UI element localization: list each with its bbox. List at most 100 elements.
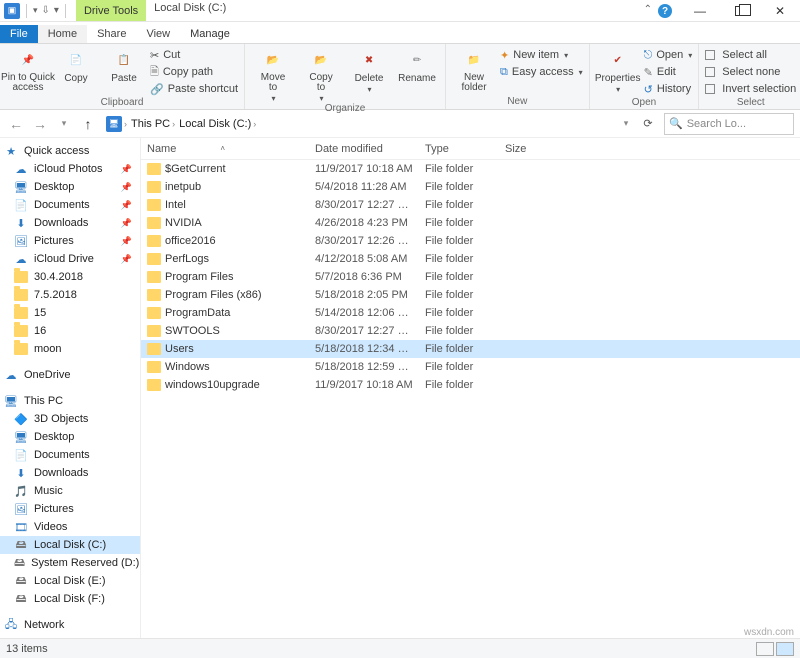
sidebar-item-local-disk-e-[interactable]: 🖴Local Disk (E:) <box>0 572 140 590</box>
file-row[interactable]: Program Files (x86)5/18/2018 2:05 PMFile… <box>141 286 800 304</box>
file-date: 11/9/2017 10:18 AM <box>309 379 419 391</box>
address-dropdown-icon[interactable]: ▾ <box>616 114 636 134</box>
copy-button[interactable]: 📄 Copy <box>54 46 98 84</box>
rename-button[interactable]: ✏Rename <box>395 46 439 84</box>
tab-file[interactable]: File <box>0 25 38 43</box>
sidebar-item-desktop[interactable]: 🖥Desktop <box>0 428 140 446</box>
file-row[interactable]: SWTOOLS8/30/2017 12:27 PMFile folder <box>141 322 800 340</box>
sidebar-item-downloads[interactable]: ⬇Downloads📌 <box>0 214 140 232</box>
easy-access-button[interactable]: ⧉Easy access▾ <box>500 64 583 80</box>
search-input[interactable]: 🔍 Search Lo... <box>664 113 794 135</box>
open-button[interactable]: ⎋Open▾ <box>644 47 693 63</box>
copy-to-button[interactable]: 📂Copy to▾ <box>299 46 343 103</box>
file-row[interactable]: PerfLogs4/12/2018 5:08 AMFile folder <box>141 250 800 268</box>
sidebar-item-music[interactable]: 🎵Music <box>0 482 140 500</box>
nav-pane[interactable]: ★Quick access ☁iCloud Photos📌🖥Desktop📌📄D… <box>0 138 140 638</box>
sidebar-item-local-disk-c-[interactable]: 🖴Local Disk (C:) <box>0 536 140 554</box>
sidebar-item-desktop[interactable]: 🖥Desktop📌 <box>0 178 140 196</box>
breadcrumb-location[interactable]: Local Disk (C:) <box>179 118 251 130</box>
pin-quick-access-button[interactable]: 📌 Pin to Quick access <box>6 46 50 93</box>
copy-path-button[interactable]: 🗎Copy path <box>150 64 238 80</box>
folder-icon <box>14 306 28 320</box>
sidebar-item-downloads[interactable]: ⬇Downloads <box>0 464 140 482</box>
sidebar-item-pictures[interactable]: 🖼Pictures <box>0 500 140 518</box>
sidebar-item-documents[interactable]: 📄Documents📌 <box>0 196 140 214</box>
back-button[interactable]: ← <box>6 114 26 134</box>
sidebar-onedrive[interactable]: ☁OneDrive <box>0 366 140 384</box>
file-date: 5/7/2018 6:36 PM <box>309 271 419 283</box>
delete-button[interactable]: ✖Delete▾ <box>347 46 391 94</box>
sidebar-item-icloud-photos[interactable]: ☁iCloud Photos📌 <box>0 160 140 178</box>
sidebar-item-label: 3D Objects <box>34 413 88 425</box>
select-none-button[interactable]: Select none <box>705 64 796 80</box>
ribbon-collapse-icon[interactable]: ⌃ <box>644 4 652 21</box>
sidebar-network[interactable]: 🖧Network <box>0 616 140 634</box>
copy-icon: 📄 <box>64 48 88 72</box>
tab-view[interactable]: View <box>136 25 180 43</box>
sidebar-item-local-disk-f-[interactable]: 🖴Local Disk (F:) <box>0 590 140 608</box>
sidebar-item-7-5-2018[interactable]: 7.5.2018 <box>0 286 140 304</box>
tab-share[interactable]: Share <box>87 25 136 43</box>
select-all-button[interactable]: Select all <box>705 47 796 63</box>
column-name[interactable]: Name˄ <box>141 143 309 155</box>
cut-button[interactable]: ✂Cut <box>150 47 238 63</box>
sidebar-item-system-reserved-d-[interactable]: 🖴System Reserved (D:) <box>0 554 140 572</box>
qat-dropdown-icon[interactable]: ▾ <box>33 5 38 16</box>
file-row[interactable]: office20168/30/2017 12:26 PMFile folder <box>141 232 800 250</box>
qat-overflow-icon[interactable]: ⇩ <box>42 5 50 16</box>
network-icon: 🖧 <box>4 618 18 632</box>
ribbon: 📌 Pin to Quick access 📄 Copy 📋 Paste ✂Cu… <box>0 44 800 110</box>
file-date: 5/18/2018 12:34 PM <box>309 343 419 355</box>
move-to-button[interactable]: 📂Move to▾ <box>251 46 295 103</box>
new-item-button[interactable]: ✦New item▾ <box>500 47 583 63</box>
column-date[interactable]: Date modified <box>309 143 419 155</box>
sidebar-item-16[interactable]: 16 <box>0 322 140 340</box>
history-button[interactable]: ↺History <box>644 81 693 97</box>
sidebar-item-15[interactable]: 15 <box>0 304 140 322</box>
column-type[interactable]: Type <box>419 143 499 155</box>
details-view-button[interactable] <box>756 642 774 656</box>
close-button[interactable]: ✕ <box>760 0 800 21</box>
sidebar-this-pc[interactable]: 🖥This PC <box>0 392 140 410</box>
file-row[interactable]: $GetCurrent11/9/2017 10:18 AMFile folder <box>141 160 800 178</box>
breadcrumb-this-pc[interactable]: This PC <box>131 118 170 130</box>
invert-selection-icon <box>705 84 715 94</box>
forward-button[interactable]: → <box>30 114 50 134</box>
file-row[interactable]: ProgramData5/14/2018 12:06 PMFile folder <box>141 304 800 322</box>
sidebar-item-videos[interactable]: 🎞Videos <box>0 518 140 536</box>
file-row[interactable]: Windows5/18/2018 12:59 PMFile folder <box>141 358 800 376</box>
context-tab-drive-tools[interactable]: Drive Tools <box>76 0 146 21</box>
column-size[interactable]: Size <box>499 143 559 155</box>
invert-selection-button[interactable]: Invert selection <box>705 81 796 97</box>
breadcrumb[interactable]: 🖥› This PC› Local Disk (C:)› ▾ ⟳ <box>102 113 660 135</box>
refresh-button[interactable]: ⟳ <box>636 117 660 130</box>
sidebar-item-moon[interactable]: moon <box>0 340 140 358</box>
help-icon[interactable]: ? <box>658 4 672 18</box>
thumbnails-view-button[interactable] <box>776 642 794 656</box>
up-button[interactable]: ↑ <box>78 114 98 134</box>
file-row[interactable]: NVIDIA4/26/2018 4:23 PMFile folder <box>141 214 800 232</box>
recent-locations-button[interactable]: ▾ <box>54 114 74 134</box>
new-folder-button[interactable]: 📁New folder <box>452 46 496 93</box>
edit-button[interactable]: ✎Edit <box>644 64 693 80</box>
sidebar-item-30-4-2018[interactable]: 30.4.2018 <box>0 268 140 286</box>
file-row[interactable]: windows10upgrade11/9/2017 10:18 AMFile f… <box>141 376 800 394</box>
restore-button[interactable] <box>720 0 760 21</box>
paste-button[interactable]: 📋 Paste <box>102 46 146 84</box>
file-row[interactable]: Intel8/30/2017 12:27 PMFile folder <box>141 196 800 214</box>
properties-button[interactable]: ✔Properties▾ <box>596 46 640 94</box>
minimize-button[interactable]: — <box>680 0 720 21</box>
file-row[interactable]: inetpub5/4/2018 11:28 AMFile folder <box>141 178 800 196</box>
tab-home[interactable]: Home <box>38 25 87 43</box>
tab-manage[interactable]: Manage <box>180 25 240 43</box>
sidebar-item-pictures[interactable]: 🖼Pictures📌 <box>0 232 140 250</box>
column-headers: Name˄ Date modified Type Size <box>141 138 800 160</box>
file-row[interactable]: Program Files5/7/2018 6:36 PMFile folder <box>141 268 800 286</box>
sidebar-item-label: iCloud Drive <box>34 253 94 265</box>
sidebar-item-documents[interactable]: 📄Documents <box>0 446 140 464</box>
paste-shortcut-button[interactable]: 🔗Paste shortcut <box>150 81 238 97</box>
file-row[interactable]: Users5/18/2018 12:34 PMFile folder <box>141 340 800 358</box>
sidebar-item-3d-objects[interactable]: 🔷3D Objects <box>0 410 140 428</box>
sidebar-quick-access[interactable]: ★Quick access <box>0 142 140 160</box>
sidebar-item-icloud-drive[interactable]: ☁iCloud Drive📌 <box>0 250 140 268</box>
